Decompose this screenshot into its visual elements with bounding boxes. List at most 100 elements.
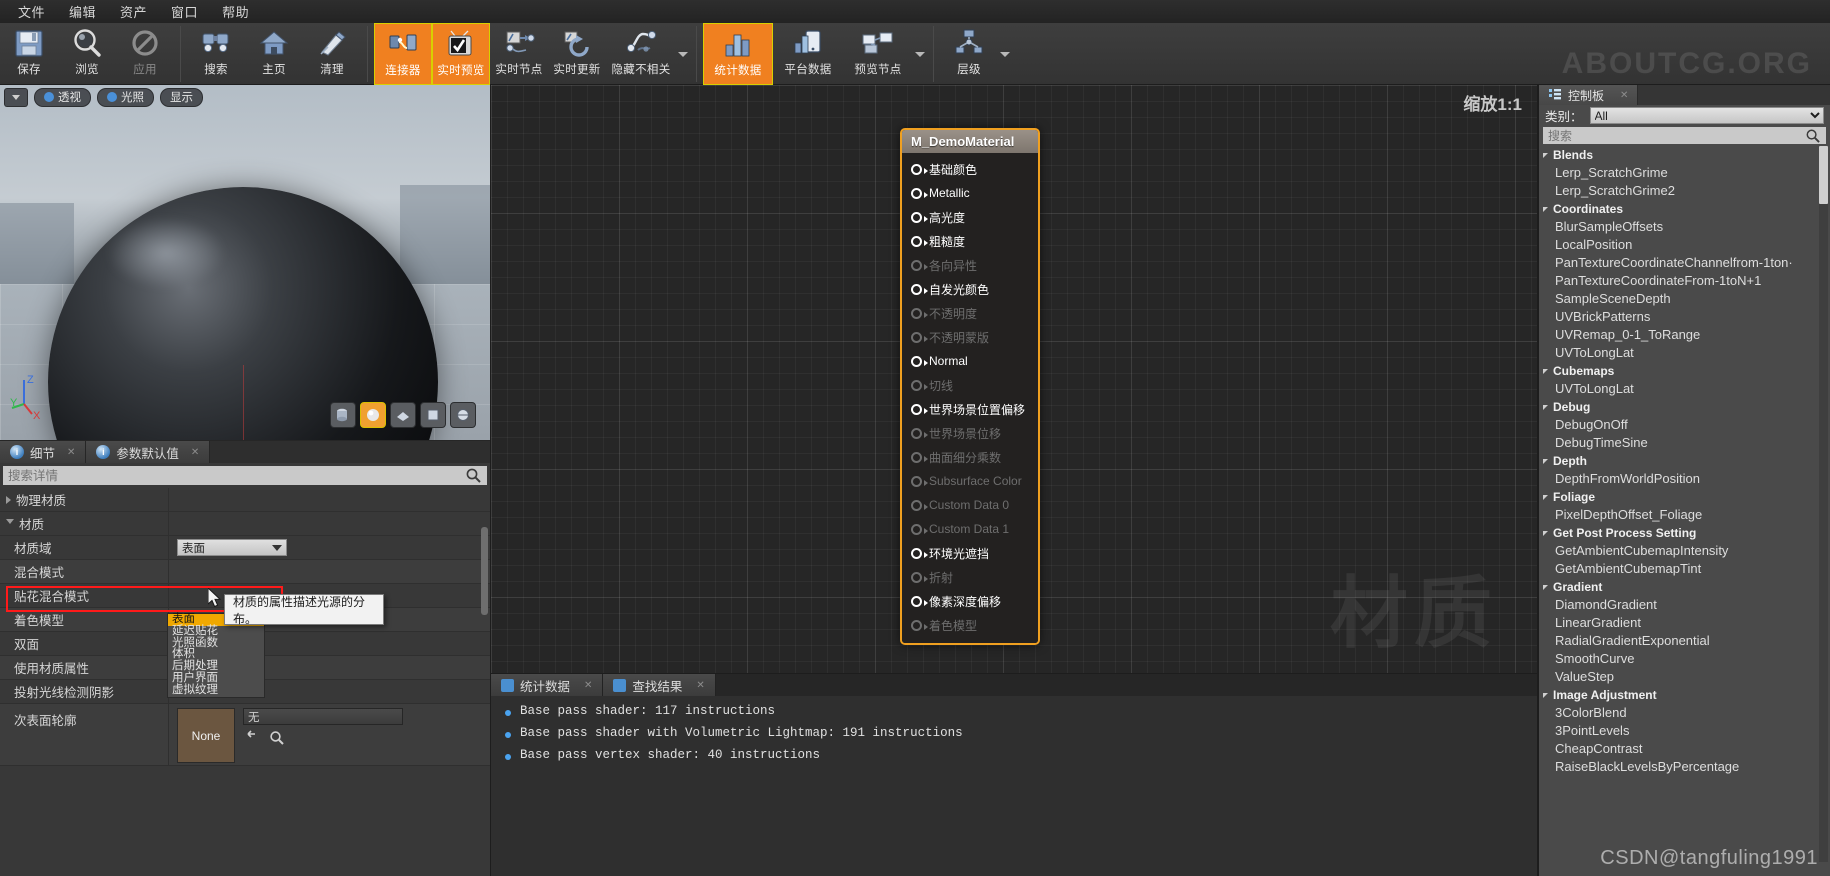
pin-dot-icon[interactable] xyxy=(911,355,928,367)
node-pin-world-position-offset[interactable]: 世界场景位置偏移 xyxy=(902,397,1038,421)
toolbar-button-stats[interactable]: 统计数据 xyxy=(703,23,773,85)
palette-item[interactable]: DebugTimeSine xyxy=(1539,434,1830,452)
pin-dot-icon[interactable] xyxy=(911,523,928,535)
viewport-options-button[interactable] xyxy=(4,87,28,107)
material-output-node[interactable]: M_DemoMaterial 基础颜色 Metallic 高光度 粗糙度 各向异… xyxy=(900,128,1040,645)
palette-item[interactable]: PixelDepthOffset_Foliage xyxy=(1539,506,1830,524)
toolbar-button-apply[interactable]: 应用 xyxy=(116,23,174,85)
palette-item[interactable]: DepthFromWorldPosition xyxy=(1539,470,1830,488)
pin-dot-icon[interactable] xyxy=(911,571,928,583)
pin-dot-icon[interactable] xyxy=(911,259,928,271)
pin-dot-icon[interactable] xyxy=(911,595,928,607)
palette-item[interactable]: LocalPosition xyxy=(1539,236,1830,254)
use-selected-asset-icon[interactable] xyxy=(243,730,259,746)
palette-item[interactable]: UVToLongLat xyxy=(1539,380,1830,398)
node-pin-custom-data-1[interactable]: Custom Data 1 xyxy=(902,517,1038,541)
tab-stats[interactable]: 统计数据 ✕ xyxy=(491,674,604,696)
palette-group-blends[interactable]: Blends xyxy=(1539,146,1830,164)
details-search-box[interactable] xyxy=(3,466,487,485)
node-pin-normal[interactable]: Normal xyxy=(902,349,1038,373)
hide-unrelated-dropdown-caret[interactable] xyxy=(676,23,690,85)
dropdown-option-user-interface[interactable]: 用户界面 xyxy=(168,672,264,685)
palette-item[interactable]: UVBrickPatterns xyxy=(1539,308,1830,326)
palette-group-get-post-process-setting[interactable]: Get Post Process Setting xyxy=(1539,524,1830,542)
details-category-physical-material[interactable]: 物理材质 xyxy=(0,488,490,512)
palette-item[interactable]: CheapContrast xyxy=(1539,740,1830,758)
palette-scrollbar-track[interactable] xyxy=(1819,146,1828,862)
expand-collapse-icon[interactable] xyxy=(6,495,11,504)
node-pin-base-color[interactable]: 基础颜色 xyxy=(902,157,1038,181)
tab-details-close-icon[interactable]: ✕ xyxy=(67,447,75,458)
palette-group-cubemaps[interactable]: Cubemaps xyxy=(1539,362,1830,380)
pin-dot-icon[interactable] xyxy=(911,379,928,391)
node-pin-roughness[interactable]: 粗糙度 xyxy=(902,229,1038,253)
toolbar-button-hide-unrelated[interactable]: 隐藏不相关 xyxy=(606,23,676,85)
details-scrollbar[interactable] xyxy=(481,527,488,615)
node-pin-world-displacement[interactable]: 世界场景位移 xyxy=(902,421,1038,445)
dropdown-option-virtual-texture[interactable]: 虚拟纹理 xyxy=(168,684,264,697)
tab-find-results-close-icon[interactable]: ✕ xyxy=(696,680,704,691)
node-pin-pixel-depth-offset[interactable]: 像素深度偏移 xyxy=(902,589,1038,613)
palette-item[interactable]: BlurSampleOffsets xyxy=(1539,218,1830,236)
pin-dot-icon[interactable] xyxy=(911,475,928,487)
preview-sphere-button[interactable] xyxy=(360,402,386,428)
preview-plane-button[interactable] xyxy=(390,402,416,428)
palette-item[interactable]: 3ColorBlend xyxy=(1539,704,1830,722)
pin-dot-icon[interactable] xyxy=(911,547,928,559)
tab-parameter-defaults[interactable]: i 参数默认值 ✕ xyxy=(86,441,211,463)
toolbar-button-live-update[interactable]: 实时更新 xyxy=(548,23,606,85)
palette-group-coordinates[interactable]: Coordinates xyxy=(1539,200,1830,218)
palette-item[interactable]: LinearGradient xyxy=(1539,614,1830,632)
node-pin-anisotropy[interactable]: 各向异性 xyxy=(902,253,1038,277)
viewport-lighting-button[interactable]: 光照 xyxy=(97,87,154,107)
tab-stats-close-icon[interactable]: ✕ xyxy=(584,680,592,691)
menu-item-help[interactable]: 帮助 xyxy=(210,0,261,23)
pin-dot-icon[interactable] xyxy=(911,403,928,415)
toolbar-button-preview-node[interactable]: 预览节点 xyxy=(843,23,913,85)
toolbar-button-search[interactable]: 搜索 xyxy=(187,23,245,85)
palette-item[interactable]: UVRemap_0-1_ToRange xyxy=(1539,326,1830,344)
expand-collapse-icon[interactable] xyxy=(6,519,14,528)
hierarchy-dropdown-caret[interactable] xyxy=(998,23,1012,85)
palette-item[interactable]: 3PointLevels xyxy=(1539,722,1830,740)
node-pin-refraction[interactable]: 折射 xyxy=(902,565,1038,589)
palette-item[interactable]: ValueStep xyxy=(1539,668,1830,686)
toolbar-button-browse[interactable]: 浏览 xyxy=(58,23,116,85)
toolbar-button-connector[interactable]: 连接器 xyxy=(374,23,432,85)
pin-dot-icon[interactable] xyxy=(911,235,928,247)
menu-item-assets[interactable]: 资产 xyxy=(108,0,159,23)
tab-find-results[interactable]: 查找结果 ✕ xyxy=(603,674,716,696)
node-pin-opacity-mask[interactable]: 不透明蒙版 xyxy=(902,325,1038,349)
pin-dot-icon[interactable] xyxy=(911,187,928,199)
palette-item[interactable]: RaiseBlackLevelsByPercentage xyxy=(1539,758,1830,776)
viewport-show-button[interactable]: 显示 xyxy=(160,87,203,107)
dropdown-option-deferred-decal[interactable]: 延迟贴花 xyxy=(168,625,264,638)
node-pin-ambient-occlusion[interactable]: 环境光遮挡 xyxy=(902,541,1038,565)
details-row-material-domain[interactable]: 材质域 表面 xyxy=(0,536,490,560)
palette-group-debug[interactable]: Debug xyxy=(1539,398,1830,416)
toolbar-button-save[interactable]: 保存 xyxy=(0,23,58,85)
toolbar-button-home[interactable]: 主页 xyxy=(245,23,303,85)
pin-dot-icon[interactable] xyxy=(911,307,928,319)
palette-group-foliage[interactable]: Foliage xyxy=(1539,488,1830,506)
material-preview-viewport[interactable]: 透视 光照 显示 Z Y X xyxy=(0,85,490,440)
tab-details[interactable]: i 细节 ✕ xyxy=(0,441,87,463)
node-pin-shading-model[interactable]: 着色模型 xyxy=(902,613,1038,637)
pin-dot-icon[interactable] xyxy=(911,619,928,631)
browse-to-asset-icon[interactable] xyxy=(269,730,285,746)
subsurface-profile-asset-picker[interactable]: 无 xyxy=(243,708,403,725)
details-category-material[interactable]: 材质 xyxy=(0,512,490,536)
palette-item[interactable]: GetAmbientCubemapTint xyxy=(1539,560,1830,578)
node-pin-metallic[interactable]: Metallic xyxy=(902,181,1038,205)
toolbar-button-clean[interactable]: 清理 xyxy=(303,23,361,85)
pin-dot-icon[interactable] xyxy=(911,331,928,343)
menu-item-window[interactable]: 窗口 xyxy=(159,0,210,23)
pin-dot-icon[interactable] xyxy=(911,451,928,463)
palette-item[interactable]: Lerp_ScratchGrime xyxy=(1539,164,1830,182)
node-pin-custom-data-0[interactable]: Custom Data 0 xyxy=(902,493,1038,517)
palette-category-select[interactable]: All xyxy=(1589,107,1824,124)
pin-dot-icon[interactable] xyxy=(911,163,928,175)
node-pin-emissive-color[interactable]: 自发光颜色 xyxy=(902,277,1038,301)
palette-scrollbar-thumb[interactable] xyxy=(1819,146,1828,204)
preview-custom-mesh-button[interactable] xyxy=(450,402,476,428)
